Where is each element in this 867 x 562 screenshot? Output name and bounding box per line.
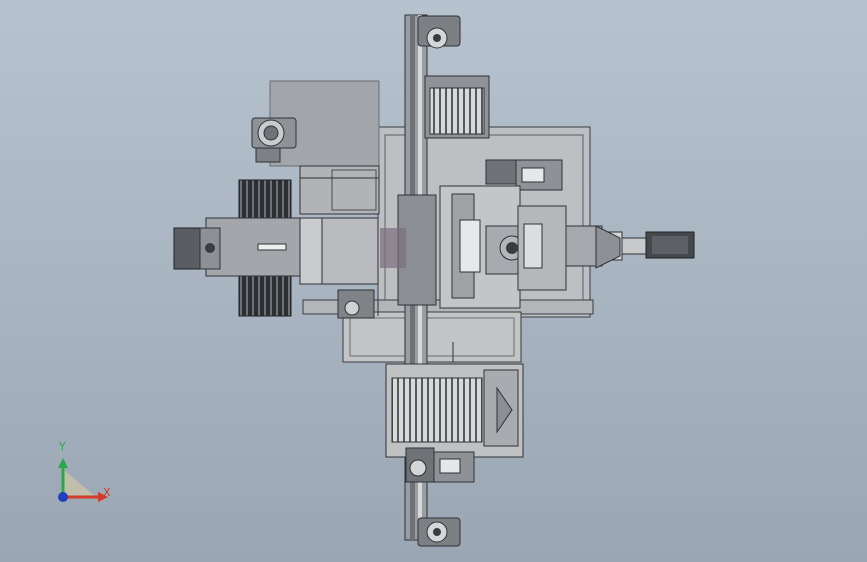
machine-assembly-top-view[interactable]	[0, 0, 867, 562]
z-axis-dot	[58, 492, 68, 502]
lower-heatsink-block	[385, 363, 524, 458]
top-rail-motor	[417, 15, 461, 49]
right-spindle	[565, 225, 695, 269]
cad-viewport[interactable]: X Y	[0, 0, 867, 562]
triad-y-label: Y	[59, 440, 66, 453]
triad-x-label: X	[103, 486, 111, 499]
lower-left-motor	[337, 289, 375, 319]
upper-heatsink-block	[424, 75, 490, 139]
coordinate-triad	[58, 458, 108, 502]
